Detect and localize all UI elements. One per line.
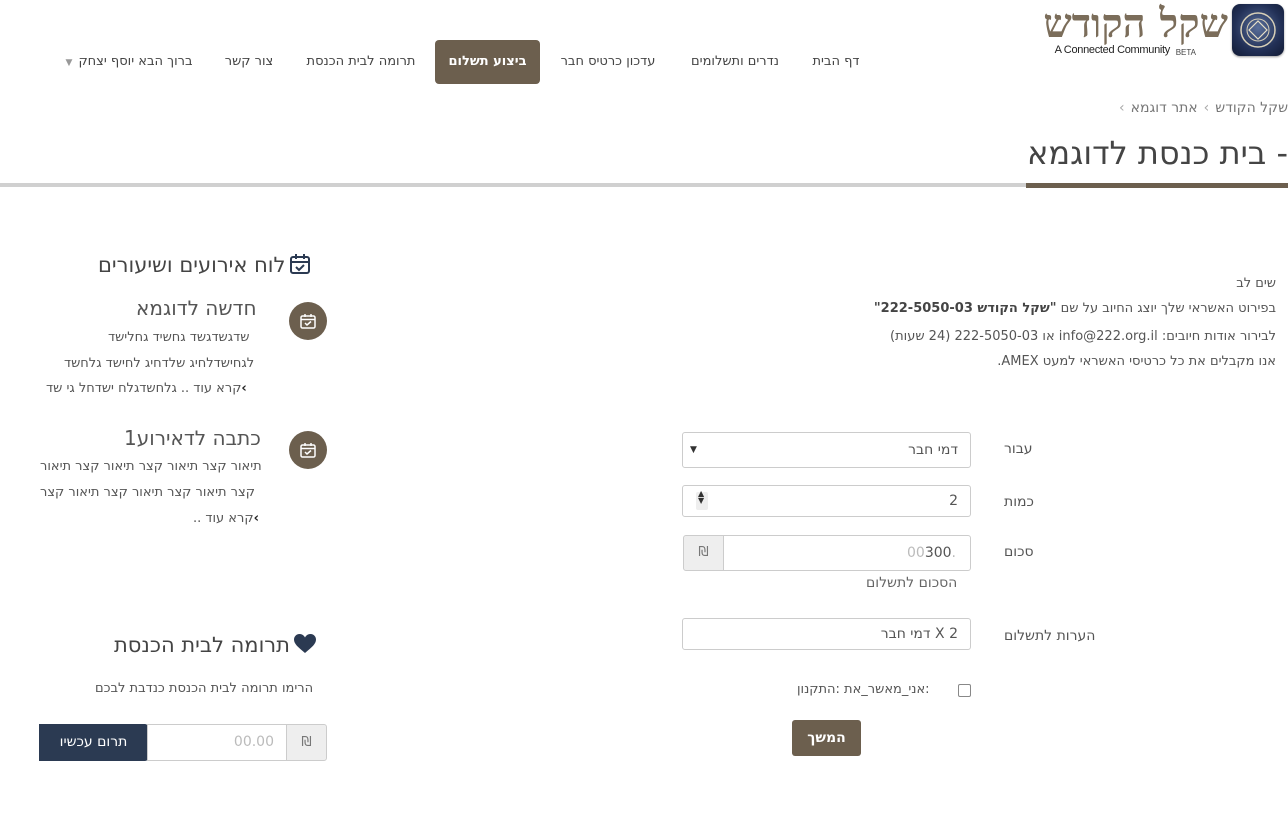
logo-beta: BETA — [1175, 48, 1196, 57]
nav-pledges-payments[interactable]: נדרים ותשלומים — [680, 40, 790, 84]
event-desc-line: קצר תיאור קצר תיאור קצר תיאור קצר — [40, 485, 255, 500]
event-icon-circle — [289, 302, 327, 340]
sum-label: סכום — [1004, 544, 1034, 560]
nav-home[interactable]: דף הבית — [802, 40, 870, 84]
sum-value: .00300 — [906, 545, 956, 561]
donation-currency-addon: ₪ — [286, 724, 327, 761]
nav-update-member-card[interactable]: עדכון כרטיס חבר — [548, 40, 668, 84]
quantity-input[interactable]: 2 ▲ ▼ — [682, 485, 971, 517]
event-desc-line: לגחישדלחיג שלדחיג לחישד גלחשד — [64, 356, 255, 371]
nav-contact[interactable]: צור קשר — [214, 40, 284, 84]
agree-label[interactable]: :אני_מאשר_את :התקנון — [797, 682, 930, 697]
select-arrow-icon: ▼ — [690, 445, 697, 455]
notice-billing-contact: לבירור אודות חיובים: info@222.org.il או … — [890, 329, 1276, 344]
quantity-value: 2 — [949, 493, 958, 509]
donation-amount-placeholder: 00.00 — [233, 734, 274, 750]
event-desc-line: תיאור קצר תיאור קצר תיאור קצר תיאור — [40, 459, 262, 474]
agree-checkbox[interactable] — [958, 684, 971, 697]
page-title: - בית כנסת לדוגמא — [1027, 134, 1288, 172]
for-label: עבור — [1004, 441, 1033, 457]
donation-amount-input[interactable]: 00.00 — [147, 724, 287, 761]
breadcrumb: שקל הקודש › אתר דוגמא › — [1113, 100, 1288, 116]
chevron-left-icon: › — [1203, 100, 1210, 116]
caret-down-icon: ▼ — [65, 58, 73, 68]
event-desc-line: שדגשדגשד גחשיד גחלישד — [108, 330, 250, 345]
notice-heading: שים לב — [1236, 276, 1276, 291]
event-title[interactable]: חדשה לדוגמא — [136, 296, 257, 320]
for-select[interactable]: דמי חבר ▼ — [682, 432, 971, 468]
quantity-stepper[interactable]: ▲ ▼ — [696, 489, 708, 512]
nav-synagogue-donation[interactable]: תרומה לבית הכנסת — [296, 40, 426, 84]
nav-user-menu[interactable]: ▼ ברוך הבא יוסף יצחק — [56, 40, 202, 84]
sum-input[interactable]: .00300 — [723, 535, 971, 571]
chevron-left-icon: › — [253, 511, 259, 526]
quantity-label: כמות — [1004, 494, 1034, 510]
donation-text: הרימו תרומה לבית הכנסת כנדבת לבכם — [95, 681, 314, 696]
breadcrumb-item-root[interactable]: שקל הקודש — [1215, 100, 1288, 116]
logo-emblem-icon — [1232, 4, 1284, 56]
event-title[interactable]: כתבה לדאירוע1 — [124, 426, 261, 450]
notice-cards-accepted: אנו מקבלים את כל כרטיסי האשראי למעט AMEX… — [997, 354, 1276, 369]
sum-help-text: הסכום לתשלום — [866, 575, 958, 591]
notes-label: הערות לתשלום — [1004, 628, 1096, 644]
title-divider-accent — [1026, 183, 1288, 188]
calendar-check-icon — [290, 254, 311, 274]
logo-wordmark: שקל הקודש A Connected Community BETA — [1043, 0, 1228, 62]
donate-now-button[interactable]: תרום עכשיו — [39, 724, 148, 761]
heart-icon — [293, 634, 316, 653]
notes-value: 2 X דמי חבר — [880, 626, 958, 642]
for-select-value: דמי חבר — [908, 442, 958, 458]
chevron-left-icon: › — [1119, 100, 1125, 116]
logo-subtitle: A Connected Community — [1054, 44, 1171, 56]
nav-make-payment[interactable]: ביצוע תשלום — [435, 40, 540, 84]
event-icon-circle — [289, 431, 327, 469]
breadcrumb-item-site[interactable]: אתר דוגמא — [1131, 100, 1198, 116]
notes-input[interactable]: 2 X דמי חבר — [682, 618, 971, 650]
chevron-left-icon: › — [241, 381, 247, 396]
calendar-check-icon — [300, 314, 316, 329]
stepper-down-icon[interactable]: ▼ — [698, 490, 704, 512]
continue-button[interactable]: המשך — [792, 720, 861, 756]
read-more-link[interactable]: ›קרא עוד .. — [193, 511, 263, 526]
donation-title: תרומה לבית הכנסת — [114, 633, 316, 657]
events-title: לוח אירועים ושיעורים — [98, 253, 311, 277]
calendar-check-icon — [300, 443, 316, 458]
notice-billing-name: בפירוט האשראי שלך יוצג החיוב על שם "שקל … — [873, 301, 1276, 316]
currency-addon: ₪ — [683, 535, 724, 571]
logo-title: שקל הקודש — [1043, 0, 1228, 47]
read-more-link[interactable]: ›קרא עוד ..גלחשדגלח ישדחל גי שד — [46, 381, 251, 396]
